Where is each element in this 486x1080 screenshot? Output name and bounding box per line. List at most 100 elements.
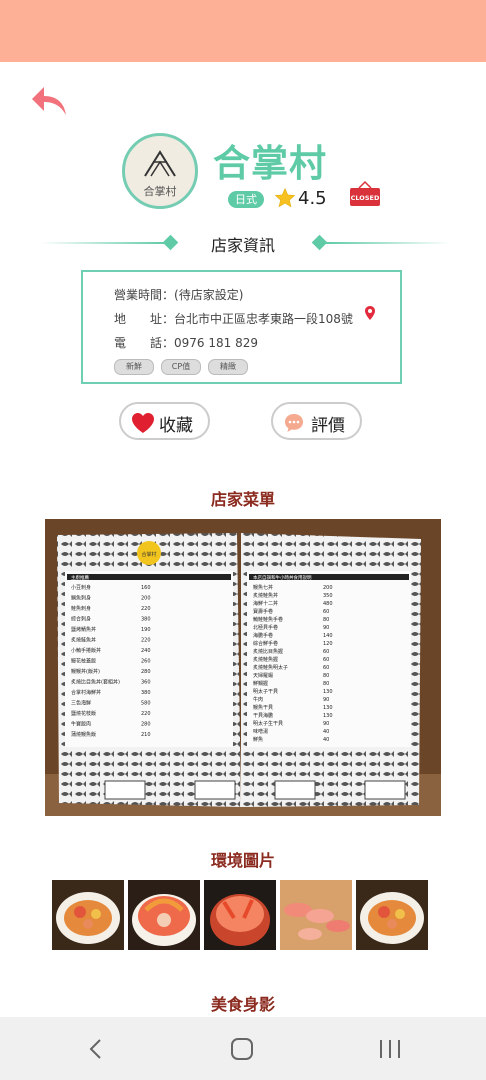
menu-item-name: 炙燒鮭魚握 (253, 656, 278, 663)
menu-item-name: 干貝海膽 (253, 712, 273, 719)
menu-item-name: 北極貝手卷 (253, 624, 278, 631)
food-photo (128, 880, 200, 950)
menu-item-name: 炙燒比目魚握 (253, 648, 283, 655)
menu-item-name: 小鮪手捲飯丼 (71, 647, 101, 654)
tag-fresh: 新鮮 (114, 359, 154, 375)
review-label: 評價 (311, 416, 345, 436)
location-pin-icon[interactable] (365, 306, 375, 320)
status-bar (0, 0, 486, 62)
menu-item-name: 寶壽手卷 (253, 608, 273, 615)
menu-item-price: 60 (323, 657, 329, 663)
menu-item-price: 90 (323, 625, 329, 631)
menu-section-title: 店家菜單 (210, 490, 275, 509)
menu-item-price: 90 (323, 721, 329, 727)
menu-item-price: 130 (323, 705, 333, 711)
menu-item-name: 鹽燒花枝飯 (71, 710, 96, 717)
menu-item-name: 綜合刺身 (71, 616, 91, 623)
menu-item-price: 280 (141, 669, 151, 675)
menu-item-price: 220 (141, 638, 151, 644)
phone-row: 電 話：0976 181 829 (114, 334, 258, 351)
menu-item-price: 120 (323, 641, 333, 647)
menu-item-name: 明太子干貝 (253, 688, 278, 695)
review-button[interactable]: 評價 (271, 402, 362, 440)
menu-item-price: 360 (141, 680, 151, 686)
menu-item-name: 蒲燒鰻魚飯 (71, 731, 96, 738)
shop-name: 合掌村 (213, 142, 327, 185)
star-icon (274, 187, 296, 208)
menu-item-price: 160 (141, 585, 151, 591)
shop-logo: 合掌村 (122, 133, 198, 209)
menu-item-name: 小豆刺身 (71, 584, 91, 591)
menu-item-price: 380 (141, 617, 151, 623)
chevron-left-icon[interactable] (88, 1038, 104, 1060)
menu-item-price: 80 (323, 673, 329, 679)
menu-item-name: 鰻魚七丼 (253, 584, 273, 591)
environment-photo-5[interactable] (356, 880, 428, 950)
menu-item-price: 200 (141, 596, 151, 602)
menu-photo[interactable]: 合掌村 主廚推薦 本店自調和牛小時丼食用說明 小豆刺身 160 鯛魚刺身 200 鮭魚刺… (45, 519, 441, 816)
menu-item-name: 鰻花枝蓋飯 (71, 658, 96, 665)
environment-photo-4[interactable] (280, 880, 352, 950)
food-photo (204, 880, 276, 950)
menu-item-price: 350 (323, 593, 333, 599)
tag-refined: 精緻 (208, 359, 248, 375)
closed-status: CLOSED (349, 180, 381, 208)
menu-item-price: 80 (323, 617, 329, 623)
menu-item-price: 580 (141, 701, 151, 707)
address-value: 台北市中正區忠孝東路一段108號 (174, 312, 353, 326)
menu-item-price: 130 (323, 713, 333, 719)
menu-item-name: 鰻鰻丼(飯丼) (71, 668, 100, 675)
phone-label: 電 話： (114, 336, 175, 350)
menu-item-price: 40 (323, 737, 329, 743)
menu-photo-graphic: 合掌村 主廚推薦 本店自調和牛小時丼食用說明 小豆刺身 160 鯛魚刺身 200 鮭魚刺… (45, 519, 441, 816)
menu-item-price: 60 (323, 649, 329, 655)
menu-item-price: 200 (323, 585, 333, 591)
shop-info-box: 營業時間：(待店家設定) 地 址：台北市中正區忠孝東路一段108號 電 話：09… (81, 270, 402, 384)
menu-item-name: 綜合鮮手卷 (253, 640, 278, 647)
divider-right (325, 242, 451, 244)
menu-item-name: 鹽烤鯖魚丼 (71, 626, 96, 633)
menu-item-name: 海膽手卷 (253, 632, 273, 639)
cuisine-badge: 日式 (228, 191, 264, 208)
menu-item-name: 鮮魚 (253, 736, 263, 743)
menu-item-name: 合掌村海鮮丼 (71, 689, 101, 696)
menu-left-header: 主廚推薦 (71, 574, 89, 581)
tag-value: CP值 (161, 359, 201, 375)
favorite-button[interactable]: 收藏 (119, 402, 210, 440)
menu-item-name: 海鮮十二丼 (253, 600, 278, 607)
undo-arrow-icon (32, 87, 66, 115)
menu-item-name: 鰻魚干貝 (253, 704, 273, 711)
menu-right-header: 本店自調和牛小時丼食用說明 (253, 574, 312, 581)
menu-item-price: 90 (323, 697, 329, 703)
favorite-label: 收藏 (159, 416, 193, 436)
menu-item-price: 220 (141, 606, 151, 612)
environment-photo-2[interactable] (128, 880, 200, 950)
menu-item-name: 牛肉 (253, 696, 263, 703)
menu-item-price: 60 (323, 665, 329, 671)
menu-item-name: 炙燒鮭魚丼 (253, 592, 278, 599)
menu-item-name: 牛寶飯肉 (71, 721, 91, 728)
recent-apps-icon[interactable] (378, 1039, 402, 1059)
system-nav-bar (0, 1017, 486, 1080)
menu-item-price: 240 (141, 648, 151, 654)
menu-item-price: 130 (323, 689, 333, 695)
back-button[interactable] (30, 82, 70, 118)
rating-value: 4.5 (298, 188, 327, 209)
menu-item-name: 鯛魚刺身 (71, 595, 91, 602)
home-square-icon[interactable] (230, 1037, 254, 1061)
logo-text: 合掌村 (143, 185, 177, 198)
menu-item-name: 味噌湯 (253, 728, 268, 735)
food-section-title: 美食身影 (210, 995, 275, 1014)
environment-section-title: 環境圖片 (210, 851, 275, 870)
menu-item-name: 鮭魚刺身 (71, 605, 91, 612)
environment-photo-1[interactable] (52, 880, 124, 950)
menu-item-price: 260 (141, 659, 151, 665)
environment-photo-3[interactable] (204, 880, 276, 950)
menu-item-price: 220 (141, 711, 151, 717)
menu-item-price: 190 (141, 627, 151, 633)
menu-item-name: 天婦羅蝦 (253, 672, 273, 679)
phone-value[interactable]: 0976 181 829 (174, 336, 258, 350)
info-section-title: 店家資訊 (210, 236, 275, 255)
menu-item-name: 鮪鮭鮭魚手卷 (253, 616, 283, 623)
address-label: 地 址： (114, 312, 175, 326)
